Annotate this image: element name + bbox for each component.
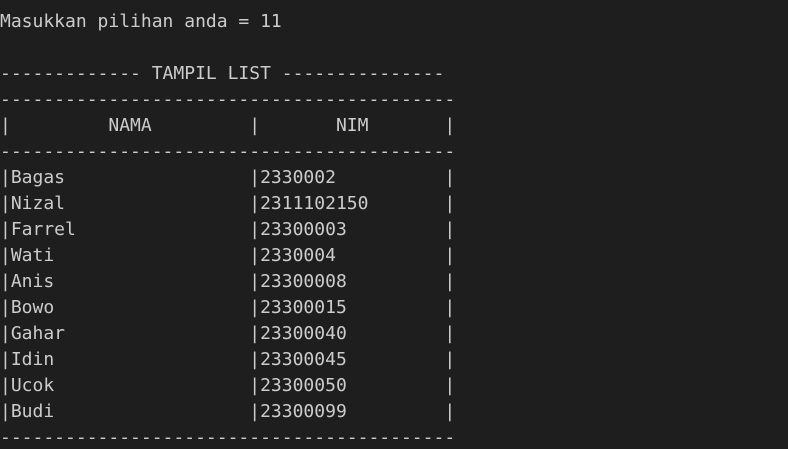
table-row: |Nizal |2311102150 | xyxy=(0,193,456,214)
table-row: |Bowo |23300015 | xyxy=(0,297,456,318)
table-top-separator: ----------------------------------------… xyxy=(0,89,456,110)
terminal-output[interactable]: Masukkan pilihan anda = 11 -------------… xyxy=(0,0,788,449)
table-row: |Farrel |23300003 | xyxy=(0,219,456,240)
table-header-separator: ----------------------------------------… xyxy=(0,141,456,162)
table-row: |Bagas |2330002 | xyxy=(0,167,456,188)
table-bottom-separator: ----------------------------------------… xyxy=(0,427,456,448)
table-row: |Idin |23300045 | xyxy=(0,349,456,370)
table-row: |Ucok |23300050 | xyxy=(0,375,456,396)
table-header-row: | NAMA | NIM | xyxy=(0,115,456,136)
table-row: |Wati |2330004 | xyxy=(0,245,456,266)
prompt-line: Masukkan pilihan anda = 11 xyxy=(0,11,282,32)
table-row: |Anis |23300008 | xyxy=(0,271,456,292)
table-row: |Budi |23300099 | xyxy=(0,401,456,422)
list-title-line: ------------- TAMPIL LIST --------------… xyxy=(0,63,445,84)
table-row: |Gahar |23300040 | xyxy=(0,323,456,344)
